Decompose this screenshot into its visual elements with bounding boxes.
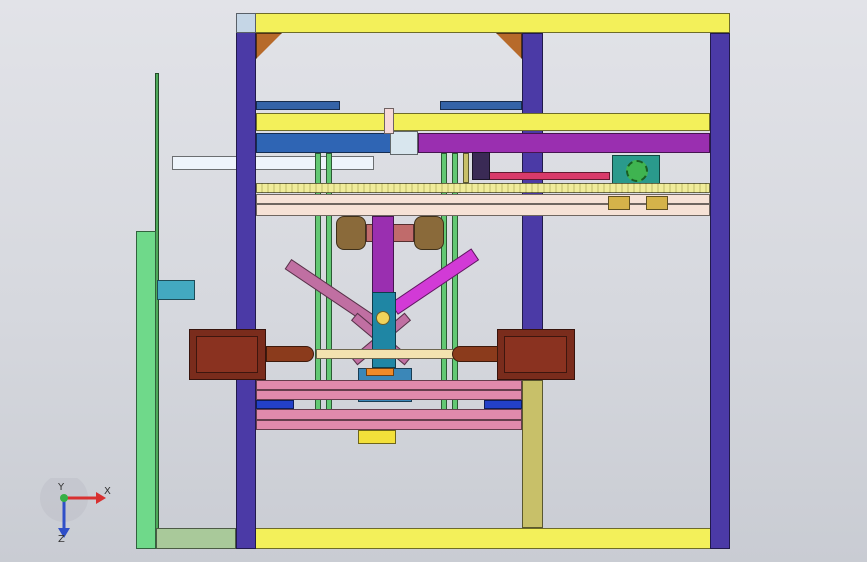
z-axis-label: Z <box>58 534 65 545</box>
left-gusset[interactable] <box>256 33 282 59</box>
right-cylinder-rod[interactable] <box>452 346 498 362</box>
red-rod[interactable] <box>488 172 610 180</box>
bolt-cluster-2[interactable] <box>646 196 668 210</box>
right-frame-post[interactable] <box>710 33 730 549</box>
top-frame-beam[interactable] <box>236 13 730 33</box>
vertical-pin[interactable] <box>384 108 394 134</box>
yellow-cylinder[interactable] <box>358 430 396 444</box>
roller-left[interactable] <box>336 216 366 250</box>
y-axis-label: Y <box>58 482 65 493</box>
roller-right[interactable] <box>414 216 444 250</box>
upper-rail-left[interactable] <box>256 101 340 110</box>
center-pivot[interactable] <box>376 311 390 325</box>
blue-clip-right[interactable] <box>484 400 522 409</box>
axis-triad: X Y Z <box>40 474 120 548</box>
blue-clip-left[interactable] <box>256 400 294 409</box>
center-column-upper[interactable] <box>372 216 394 296</box>
cad-viewport[interactable] <box>0 0 867 562</box>
cream-plate-2[interactable] <box>256 204 710 216</box>
bolt-cluster-1[interactable] <box>608 196 630 210</box>
left-cylinder-rod[interactable] <box>266 346 314 362</box>
left-frame-post[interactable] <box>236 13 256 549</box>
lower-pink-plate-4[interactable] <box>256 420 522 430</box>
slide-carriage[interactable] <box>390 131 418 155</box>
right-cylinder-inner[interactable] <box>504 336 567 373</box>
right-arm[interactable] <box>390 248 480 315</box>
inner-right-post-lower[interactable] <box>522 380 543 528</box>
left-cylinder-inner[interactable] <box>196 336 258 373</box>
orange-cap[interactable] <box>366 368 394 376</box>
x-axis-label: X <box>104 486 111 497</box>
bottom-frame-beam[interactable] <box>236 528 730 549</box>
right-gusset[interactable] <box>496 33 522 59</box>
left-outer-green-post[interactable] <box>136 231 156 549</box>
lower-pink-plate-1[interactable] <box>256 380 522 390</box>
lower-pink-plate-2[interactable] <box>256 390 522 400</box>
blue-slide-bar[interactable] <box>256 133 392 153</box>
guide-rail-5[interactable] <box>463 153 469 183</box>
gear-wheel[interactable] <box>626 160 648 182</box>
upper-rail-right[interactable] <box>440 101 522 110</box>
cream-plate-1[interactable] <box>256 194 710 204</box>
upper-yellow-beam[interactable] <box>256 113 710 131</box>
rack-bar[interactable] <box>256 183 710 193</box>
lower-pink-plate-3[interactable] <box>256 409 522 420</box>
dark-block[interactable] <box>472 152 490 180</box>
corner-connector[interactable] <box>236 13 256 33</box>
purple-slide-bar[interactable] <box>418 133 710 153</box>
extension-bar[interactable] <box>172 156 374 170</box>
left-bottom-foot[interactable] <box>156 528 236 549</box>
left-bracket-block[interactable] <box>157 280 195 300</box>
link-bar[interactable] <box>316 349 456 359</box>
